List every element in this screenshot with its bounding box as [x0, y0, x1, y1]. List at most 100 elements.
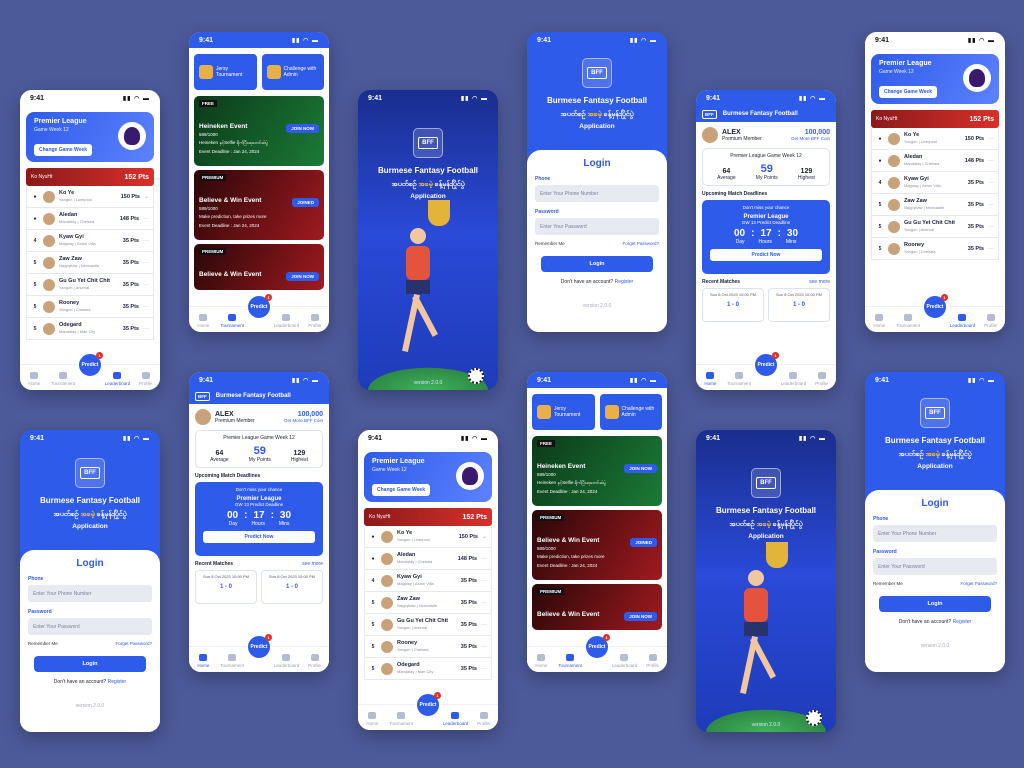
table-row[interactable]: 4 Kyaw Gyi Magway | Aston Villa 35 Pts ···: [871, 172, 999, 194]
more-icon[interactable]: ···: [481, 666, 487, 672]
tab-challenge-admin[interactable]: Challenge with Admin: [261, 54, 324, 90]
table-row[interactable]: 4 Kyaw Gyi Magway | Aston Villa 35 Pts ···: [26, 230, 154, 252]
remember-checkbox[interactable]: Remember Me: [873, 581, 903, 586]
event-card[interactable]: FREE Heineken Event 589/1000 Heineken နှ…: [532, 436, 662, 506]
change-week-button[interactable]: Change Game Week: [372, 484, 430, 496]
predict-button[interactable]: Predict: [246, 294, 272, 320]
nav-profile[interactable]: Profile: [810, 372, 834, 386]
more-icon[interactable]: ···: [481, 600, 487, 606]
more-icon[interactable]: ···: [481, 578, 487, 584]
tab-jersey-tournament[interactable]: Jersy Tournament: [194, 54, 257, 90]
password-field[interactable]: Enter Your Password: [535, 218, 659, 235]
remember-checkbox[interactable]: Remember Me: [535, 241, 565, 246]
forgot-password-link[interactable]: Forget Password?: [622, 241, 659, 246]
predict-now-button[interactable]: Predict Now: [203, 531, 315, 543]
nav-tournament[interactable]: Tournament: [220, 314, 244, 328]
change-week-button[interactable]: Change Game Week: [34, 144, 92, 156]
more-icon[interactable]: ···: [988, 158, 994, 164]
login-button[interactable]: Login: [879, 596, 991, 612]
table-row[interactable]: 5 Zaw Zaw Naypyitaw | Newcastle 35 Pts ···: [26, 252, 154, 274]
nav-tournament[interactable]: Tournament: [727, 372, 751, 386]
table-row[interactable]: 5 Gu Gu Yet Chit Chit Yangon | Arsenal 35 P…: [871, 216, 999, 238]
nav-tournament[interactable]: Tournament: [896, 314, 920, 328]
more-icon[interactable]: ···: [988, 202, 994, 208]
see-more-link[interactable]: see more: [809, 279, 830, 285]
predict-button[interactable]: Predict: [922, 294, 948, 320]
register-link[interactable]: Register: [108, 679, 127, 685]
more-icon[interactable]: ···: [481, 622, 487, 628]
phone-field[interactable]: Enter Your Phone Number: [535, 185, 659, 202]
predict-now-button[interactable]: Predict Now: [710, 249, 822, 261]
register-link[interactable]: Register: [615, 279, 634, 285]
more-icon[interactable]: ···: [143, 304, 149, 310]
table-row[interactable]: ● Aledan Mandalay | Chelsea 148 Pts ···: [26, 208, 154, 230]
nav-home[interactable]: Home: [191, 314, 215, 328]
nav-home[interactable]: Home: [529, 654, 553, 668]
event-card[interactable]: PREMIUM Believe & Win Event JOIN NOW: [532, 584, 662, 630]
table-row[interactable]: 5 Gu Gu Yet Chit Chit Yangon | Arsenal 35 P…: [26, 274, 154, 296]
more-icon[interactable]: ···: [143, 282, 149, 288]
nav-leaderboard[interactable]: Leaderboard: [274, 654, 299, 668]
predict-button[interactable]: Predict: [246, 634, 272, 660]
event-card[interactable]: PREMIUM Believe & Win Event 589/1000 Mak…: [194, 170, 324, 240]
nav-home[interactable]: Home: [867, 314, 891, 328]
joined-button[interactable]: JOINED: [292, 198, 319, 207]
match-card[interactable]: Sun 8 Oct 2023 10:00 PM 1 - 0: [261, 570, 323, 604]
nav-tournament[interactable]: Tournament: [220, 654, 244, 668]
joined-button[interactable]: JOINED: [630, 538, 657, 547]
table-row[interactable]: 5 Odegard Mandalay | Man City 35 Pts ···: [364, 658, 492, 680]
nav-profile[interactable]: Profile: [979, 314, 1003, 328]
match-card[interactable]: Sun 8 Oct 2023 10:00 PM 1 - 0: [768, 288, 830, 322]
more-icon[interactable]: ···: [143, 216, 149, 222]
get-coin-link[interactable]: Get More BFF Coin: [791, 136, 830, 141]
more-icon[interactable]: ···: [988, 246, 994, 252]
get-coin-link[interactable]: Get More BFF Coin: [284, 418, 323, 423]
leaderboard-top-row[interactable]: Ko NyuHt 152 Pts: [26, 168, 154, 186]
leaderboard-top-row[interactable]: Ko NyuHt 152 Pts: [364, 508, 492, 526]
nav-tournament[interactable]: Tournament: [51, 372, 75, 386]
table-row[interactable]: ● Aledan Mandalay | Chelsea 148 Pts ···: [364, 548, 492, 570]
password-field[interactable]: Enter Your Password: [28, 618, 152, 635]
table-row[interactable]: ● Ko Ye Yangon | Liverpool 150 Pts ⌄: [26, 186, 154, 208]
join-now-button[interactable]: JOIN NOW: [624, 464, 657, 473]
nav-tournament[interactable]: Tournament: [558, 654, 582, 668]
chevron-down-icon[interactable]: ⌄: [482, 533, 487, 540]
join-now-button[interactable]: JOIN NOW: [624, 612, 657, 621]
event-card[interactable]: PREMIUM Believe & Win Event 589/1000 Mak…: [532, 510, 662, 580]
nav-leaderboard[interactable]: Leaderboard: [443, 712, 468, 726]
more-icon[interactable]: ···: [988, 180, 994, 186]
nav-home[interactable]: Home: [191, 654, 215, 668]
table-row[interactable]: ● Ko Ye Yangon | Liverpool 150 Pts ⌄: [364, 526, 492, 548]
table-row[interactable]: ● Aledan Mandalay | Chelsea 148 Pts ···: [871, 150, 999, 172]
table-row[interactable]: 5 Zaw Zaw Naypyitaw | Newcastle 35 Pts ···: [871, 194, 999, 216]
nav-profile[interactable]: Profile: [134, 372, 158, 386]
register-link[interactable]: Register: [953, 619, 972, 625]
forgot-password-link[interactable]: Forget Password?: [960, 581, 997, 586]
match-card[interactable]: Sun 8 Oct 2023 10:00 PM 1 - 0: [195, 570, 257, 604]
forgot-password-link[interactable]: Forget Password?: [115, 641, 152, 646]
match-card[interactable]: Sun 8 Oct 2023 10:00 PM 1 - 0: [702, 288, 764, 322]
tab-challenge-admin[interactable]: Challenge with Admin: [599, 394, 662, 430]
more-icon[interactable]: ···: [143, 260, 149, 266]
nav-tournament[interactable]: Tournament: [389, 712, 413, 726]
predict-button[interactable]: Predict: [77, 352, 103, 378]
phone-field[interactable]: Enter Your Phone Number: [873, 525, 997, 542]
nav-profile[interactable]: Profile: [641, 654, 665, 668]
nav-leaderboard[interactable]: Leaderboard: [781, 372, 806, 386]
phone-field[interactable]: Enter Your Phone Number: [28, 585, 152, 602]
nav-home[interactable]: Home: [698, 372, 722, 386]
join-now-button[interactable]: JOIN NOW: [286, 272, 319, 281]
table-row[interactable]: 5 Zaw Zaw Naypyitaw | Newcastle 35 Pts ···: [364, 592, 492, 614]
table-row[interactable]: 5 Gu Gu Yet Chit Chit Yangon | Arsenal 35 P…: [364, 614, 492, 636]
nav-leaderboard[interactable]: Leaderboard: [950, 314, 975, 328]
nav-profile[interactable]: Profile: [303, 314, 327, 328]
login-button[interactable]: Login: [34, 656, 146, 672]
more-icon[interactable]: ···: [481, 556, 487, 562]
more-icon[interactable]: ···: [143, 238, 149, 244]
password-field[interactable]: Enter Your Password: [873, 558, 997, 575]
login-button[interactable]: Login: [541, 256, 653, 272]
predict-button[interactable]: Predict: [415, 692, 441, 718]
tab-jersey-tournament[interactable]: Jersy Tournament: [532, 394, 595, 430]
event-card[interactable]: FREE Heineken Event 589/1000 Heineken နှ…: [194, 96, 324, 166]
nav-leaderboard[interactable]: Leaderboard: [274, 314, 299, 328]
